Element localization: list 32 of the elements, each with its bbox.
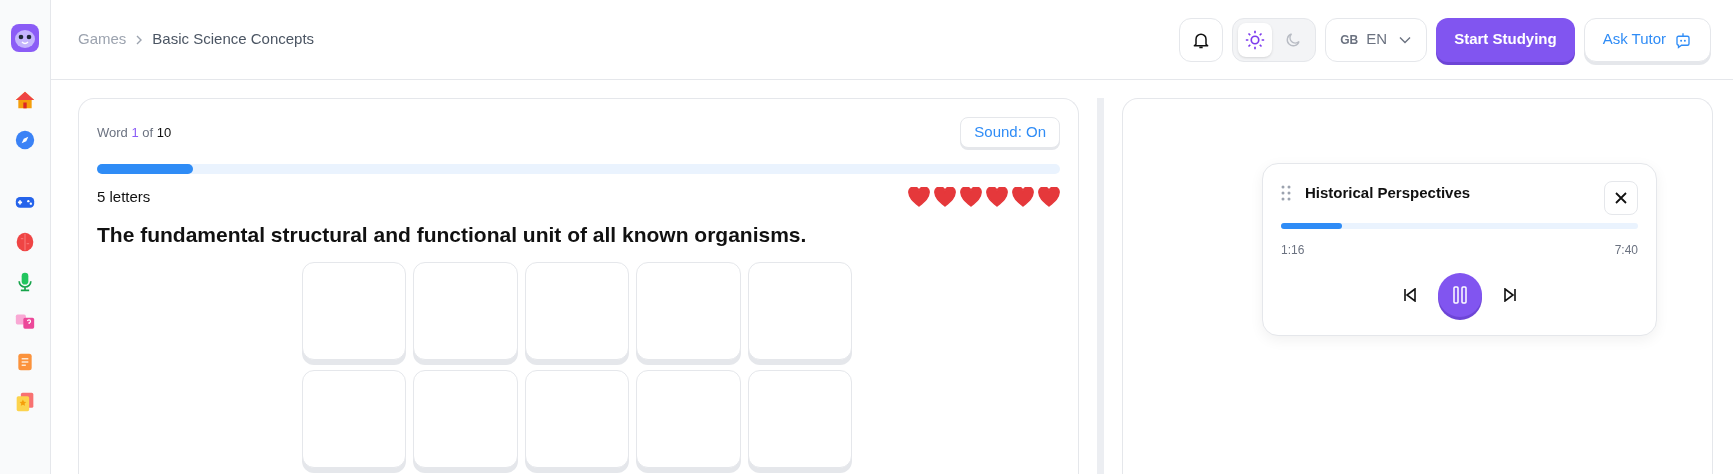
sound-toggle-button[interactable]: Sound: On: [960, 117, 1060, 148]
elapsed-time: 1:16: [1281, 242, 1305, 259]
speech-bubbles-icon[interactable]: [15, 312, 35, 332]
language-selector[interactable]: GB EN: [1325, 17, 1428, 62]
chevron-down-icon: [1398, 35, 1411, 44]
start-studying-button[interactable]: Start Studying: [1436, 17, 1575, 62]
letters-label: 5 letters: [97, 187, 151, 207]
owl-logo-icon[interactable]: [11, 24, 39, 52]
pause-icon: [1451, 286, 1468, 304]
breadcrumb-link[interactable]: Games: [78, 28, 127, 51]
notification-button[interactable]: [1179, 17, 1224, 62]
microphone-icon[interactable]: [15, 272, 35, 292]
close-button[interactable]: [1604, 181, 1638, 215]
skip-back-icon: [1402, 288, 1417, 302]
word-counter: Word 1 of 10: [97, 123, 172, 142]
house-icon[interactable]: [15, 90, 35, 110]
brain-icon[interactable]: [15, 232, 35, 252]
cards-icon[interactable]: [15, 392, 35, 412]
close-icon: [1614, 191, 1628, 205]
player-title: Historical Perspectives: [1305, 183, 1471, 203]
note-icon[interactable]: [15, 352, 35, 372]
skip-forward-icon: [1502, 288, 1517, 302]
drag-handle-icon[interactable]: [1281, 185, 1291, 201]
play-pause-button[interactable]: [1437, 273, 1482, 317]
player-progress-track[interactable]: [1281, 223, 1638, 229]
clue-text: The fundamental structural and functional unit of all known organisms.: [97, 221, 808, 248]
light-mode-button[interactable]: [1238, 22, 1273, 57]
ask-tutor-button[interactable]: Ask Tutor: [1583, 17, 1711, 62]
compass-icon[interactable]: [15, 130, 35, 150]
total-time: 7:40: [1614, 242, 1638, 259]
robot-icon: [1674, 30, 1692, 49]
sun-icon: [1245, 29, 1266, 50]
